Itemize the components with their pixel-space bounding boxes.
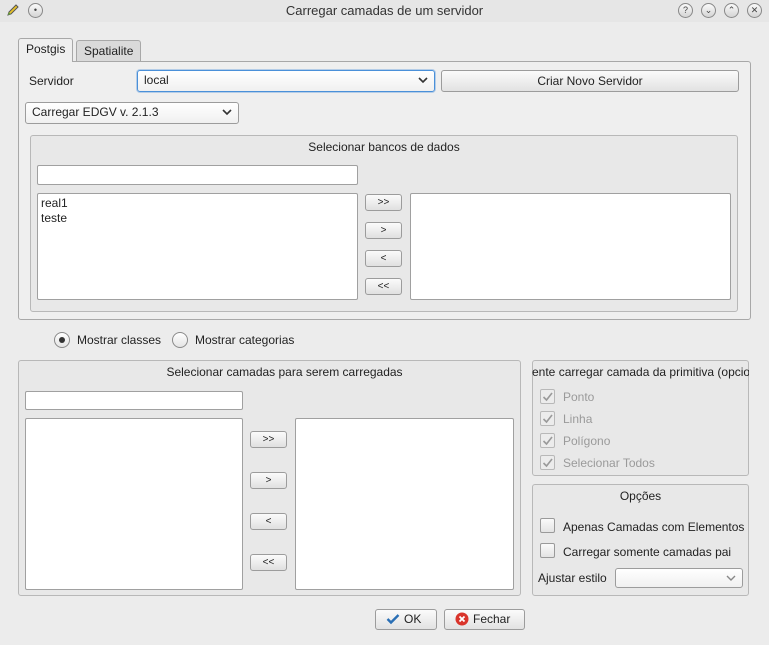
ok-button[interactable]: OK	[375, 609, 437, 630]
remove-all-layers-button[interactable]: <<	[250, 554, 287, 571]
layer-filter-input[interactable]	[25, 391, 243, 410]
checkmark-icon	[542, 414, 553, 424]
add-layer-button[interactable]: >	[250, 472, 287, 489]
remove-layer-button[interactable]: <	[250, 513, 287, 530]
select-all-checkbox[interactable]	[540, 455, 555, 470]
style-label: Ajustar estilo	[538, 571, 607, 585]
checkmark-icon	[542, 392, 553, 402]
window-title: Carregar camadas de um servidor	[285, 3, 484, 18]
checkmark-icon	[542, 458, 553, 468]
show-categories-radio[interactable]	[172, 332, 188, 348]
primitive-group-title: ente carregar camada da primitiva (opcio	[532, 365, 749, 379]
database-group-title: Selecionar bancos de dados	[308, 140, 460, 154]
add-all-databases-button[interactable]: >>	[365, 194, 402, 211]
polygon-checkbox[interactable]	[540, 433, 555, 448]
list-item[interactable]: real1	[41, 196, 354, 211]
show-categories-label: Mostrar categorias	[195, 333, 295, 347]
close-window-button[interactable]: ✕	[747, 3, 762, 18]
line-checkbox[interactable]	[540, 411, 555, 426]
radio-dot-icon	[59, 337, 65, 343]
chevron-down-icon	[222, 109, 232, 116]
help-button[interactable]: ?	[678, 3, 693, 18]
layer-group-title: Selecionar camadas para serem carregadas	[166, 365, 403, 379]
minimize-button[interactable]: ⌄	[701, 3, 716, 18]
line-label: Linha	[563, 412, 593, 426]
server-combobox[interactable]: local	[137, 70, 435, 92]
style-combobox[interactable]	[615, 568, 743, 588]
show-classes-radio[interactable]	[54, 332, 70, 348]
chevron-down-icon	[726, 575, 736, 581]
close-icon	[455, 612, 469, 626]
selected-layers-list[interactable]	[295, 418, 514, 590]
new-server-button[interactable]: Criar Novo Servidor	[441, 70, 739, 92]
available-databases-list[interactable]: real1 teste	[37, 193, 358, 300]
remove-all-databases-button[interactable]: <<	[365, 278, 402, 295]
show-classes-label: Mostrar classes	[77, 333, 162, 347]
maximize-button[interactable]: ⌃	[724, 3, 739, 18]
add-database-button[interactable]: >	[365, 222, 402, 239]
options-group-title: Opções	[619, 489, 662, 503]
chevron-down-icon	[418, 77, 428, 84]
available-layers-list[interactable]	[25, 418, 243, 590]
selected-databases-list[interactable]	[410, 193, 731, 300]
list-item[interactable]: teste	[41, 211, 354, 226]
parent-layers-only-checkbox[interactable]	[540, 543, 555, 558]
server-label: Servidor	[29, 74, 74, 88]
edgv-value: Carregar EDGV v. 2.1.3	[32, 105, 159, 119]
polygon-label: Polígono	[563, 434, 611, 448]
ok-label: OK	[404, 612, 422, 626]
tab-postgis[interactable]: Postgis	[18, 38, 74, 62]
edgv-version-combobox[interactable]: Carregar EDGV v. 2.1.3	[25, 102, 239, 124]
parent-layers-only-label: Carregar somente camadas pai	[563, 545, 732, 559]
close-button[interactable]: Fechar	[444, 609, 525, 630]
add-all-layers-button[interactable]: >>	[250, 431, 287, 448]
point-checkbox[interactable]	[540, 389, 555, 404]
database-filter-input[interactable]	[37, 165, 358, 185]
point-label: Ponto	[563, 390, 595, 404]
only-layers-with-elements-label: Apenas Camadas com Elementos	[563, 520, 745, 534]
remove-database-button[interactable]: <	[365, 250, 402, 267]
tab-spatialite[interactable]: Spatialite	[76, 40, 142, 62]
checkmark-icon	[542, 436, 553, 446]
server-value: local	[144, 73, 169, 87]
checkmark-icon	[386, 614, 400, 625]
select-all-label: Selecionar Todos	[563, 456, 655, 470]
title-bar: • Carregar camadas de um servidor ? ⌄ ⌃ …	[0, 0, 769, 22]
only-layers-with-elements-checkbox[interactable]	[540, 518, 555, 533]
close-label: Fechar	[473, 612, 511, 626]
